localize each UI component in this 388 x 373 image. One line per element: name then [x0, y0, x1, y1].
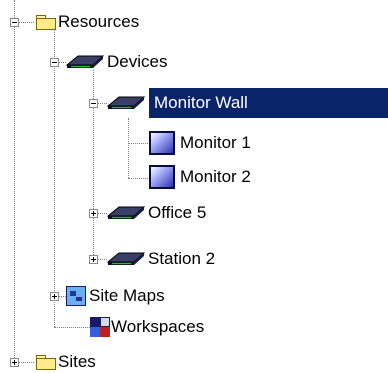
- collapse-monitor-wall-button[interactable]: [89, 99, 98, 108]
- tree-item-label: Monitor Wall: [154, 93, 248, 112]
- tree-item-site-maps[interactable]: Site Maps: [66, 285, 168, 307]
- monitor-wall-icon: [106, 96, 146, 110]
- tree-line: [128, 118, 129, 178]
- tree-item-label: Workspaces: [111, 317, 205, 336]
- tree-item-workspaces[interactable]: Workspaces: [90, 316, 207, 338]
- tree-line: [54, 27, 55, 327]
- tree-line: [98, 259, 107, 260]
- tree-line: [98, 103, 107, 104]
- tree-item-label-selected: Monitor Wall: [151, 92, 251, 114]
- expand-sites-button[interactable]: [10, 358, 19, 367]
- device-icon: [65, 55, 105, 69]
- expand-office5-button[interactable]: [89, 209, 98, 218]
- tree-line: [128, 178, 148, 179]
- folder-icon: [36, 14, 56, 30]
- tree-item-resources[interactable]: Resources: [36, 11, 142, 33]
- tree-item-sites[interactable]: Sites: [36, 351, 99, 373]
- tree-item-office-5[interactable]: Office 5: [106, 202, 209, 224]
- tree-item-label: Devices: [107, 52, 168, 71]
- tree-line: [54, 327, 90, 328]
- tree-item-label: Monitor 1: [180, 133, 251, 152]
- expand-sitemaps-button[interactable]: [50, 292, 59, 301]
- tree-item-label: Resources: [58, 12, 140, 31]
- tree-item-label: Office 5: [148, 203, 207, 222]
- tree-item-label: Monitor 2: [180, 167, 251, 186]
- collapse-devices-button[interactable]: [50, 58, 59, 67]
- tree-item-devices[interactable]: Devices: [65, 51, 170, 73]
- site-map-icon: [66, 286, 86, 306]
- folder-icon: [36, 354, 56, 370]
- tree-item-label: Site Maps: [89, 286, 165, 305]
- collapse-resources-button[interactable]: [10, 18, 19, 27]
- tree-line: [98, 213, 107, 214]
- tree-line: [14, 0, 15, 362]
- tree-item-station-2[interactable]: Station 2: [106, 248, 218, 270]
- tree-item-monitor-2[interactable]: Monitor 2: [149, 165, 254, 189]
- monitor-icon: [149, 165, 175, 189]
- tree-item-label: Station 2: [148, 249, 216, 268]
- tree-line: [59, 296, 66, 297]
- tree-line: [18, 362, 34, 363]
- monitor-icon: [149, 131, 175, 155]
- expand-station2-button[interactable]: [89, 255, 98, 264]
- tree-item-monitor-1[interactable]: Monitor 1: [149, 131, 254, 155]
- device-icon: [106, 252, 146, 266]
- workspace-icon: [90, 317, 110, 337]
- tree-line: [58, 62, 66, 63]
- tree-item-monitor-wall[interactable]: [106, 92, 146, 114]
- device-icon: [106, 206, 146, 220]
- tree-item-label: Sites: [58, 352, 96, 371]
- tree-line: [128, 143, 148, 144]
- tree-line: [18, 22, 34, 23]
